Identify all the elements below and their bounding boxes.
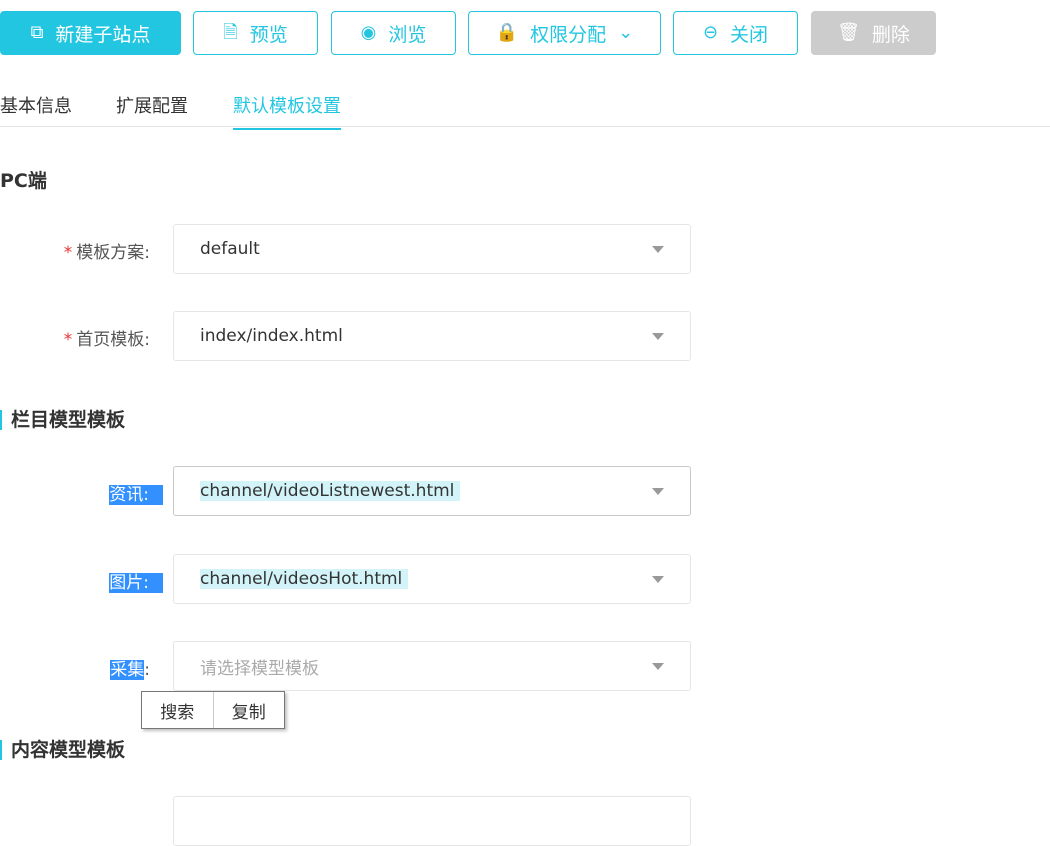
eye-icon: ◉ (360, 22, 377, 43)
tab-bar: 基本信息 扩展配置 默认模板设置 (0, 84, 1050, 130)
caret-down-icon (652, 576, 664, 583)
tab-extended-config[interactable]: 扩展配置 (116, 92, 188, 128)
tab-default-template[interactable]: 默认模板设置 (233, 92, 341, 130)
lock-icon: 🔒 (495, 22, 519, 43)
tab-basic-info[interactable]: 基本信息 (0, 92, 72, 128)
delete-button[interactable]: 🗑 删除 (811, 11, 936, 55)
permissions-dropdown-button[interactable]: 🔒 权限分配 ⌄ (468, 11, 661, 55)
collect-template-select[interactable]: 请选择模型模板 (173, 641, 691, 691)
scheme-label: * 模板方案: (63, 243, 150, 263)
close-button[interactable]: ⊖ 关闭 (673, 11, 798, 55)
context-copy[interactable]: 复制 (212, 692, 285, 728)
preview-button[interactable]: 🗎 预览 (193, 11, 318, 55)
trash-icon: 🗑 (837, 22, 860, 43)
image-label: 图片: (109, 568, 163, 593)
image-template-select[interactable]: channel/videosHot.html (173, 554, 691, 604)
collect-label: 采集: (110, 660, 150, 680)
news-label: 资讯: (109, 480, 163, 505)
caret-down-icon (652, 663, 664, 670)
content-template-select[interactable] (173, 796, 691, 846)
browse-button[interactable]: ◉ 浏览 (331, 11, 456, 55)
caret-down-icon (652, 246, 664, 253)
channel-section-title: 栏目模型模板 (0, 410, 125, 430)
caret-down-icon (652, 488, 664, 495)
chevron-down-icon: ⌄ (618, 22, 634, 43)
content-section-title: 内容模型模板 (0, 740, 125, 760)
home-template-label: * 首页模板: (63, 330, 150, 350)
caret-down-icon (652, 333, 664, 340)
add-copy-icon: ⧉ (30, 22, 44, 43)
scheme-select[interactable]: default (173, 224, 691, 274)
new-site-button[interactable]: ⧉ 新建子站点 (0, 11, 181, 55)
minus-circle-icon: ⊖ (702, 22, 719, 43)
home-template-select[interactable]: index/index.html (173, 311, 691, 361)
context-menu: 搜索 复制 (141, 691, 285, 729)
pc-section-title: PC端 (0, 170, 47, 192)
news-template-select[interactable]: channel/videoListnewest.html (173, 466, 691, 516)
file-search-icon: 🗎 (223, 22, 238, 43)
context-search[interactable]: 搜索 (142, 692, 213, 728)
